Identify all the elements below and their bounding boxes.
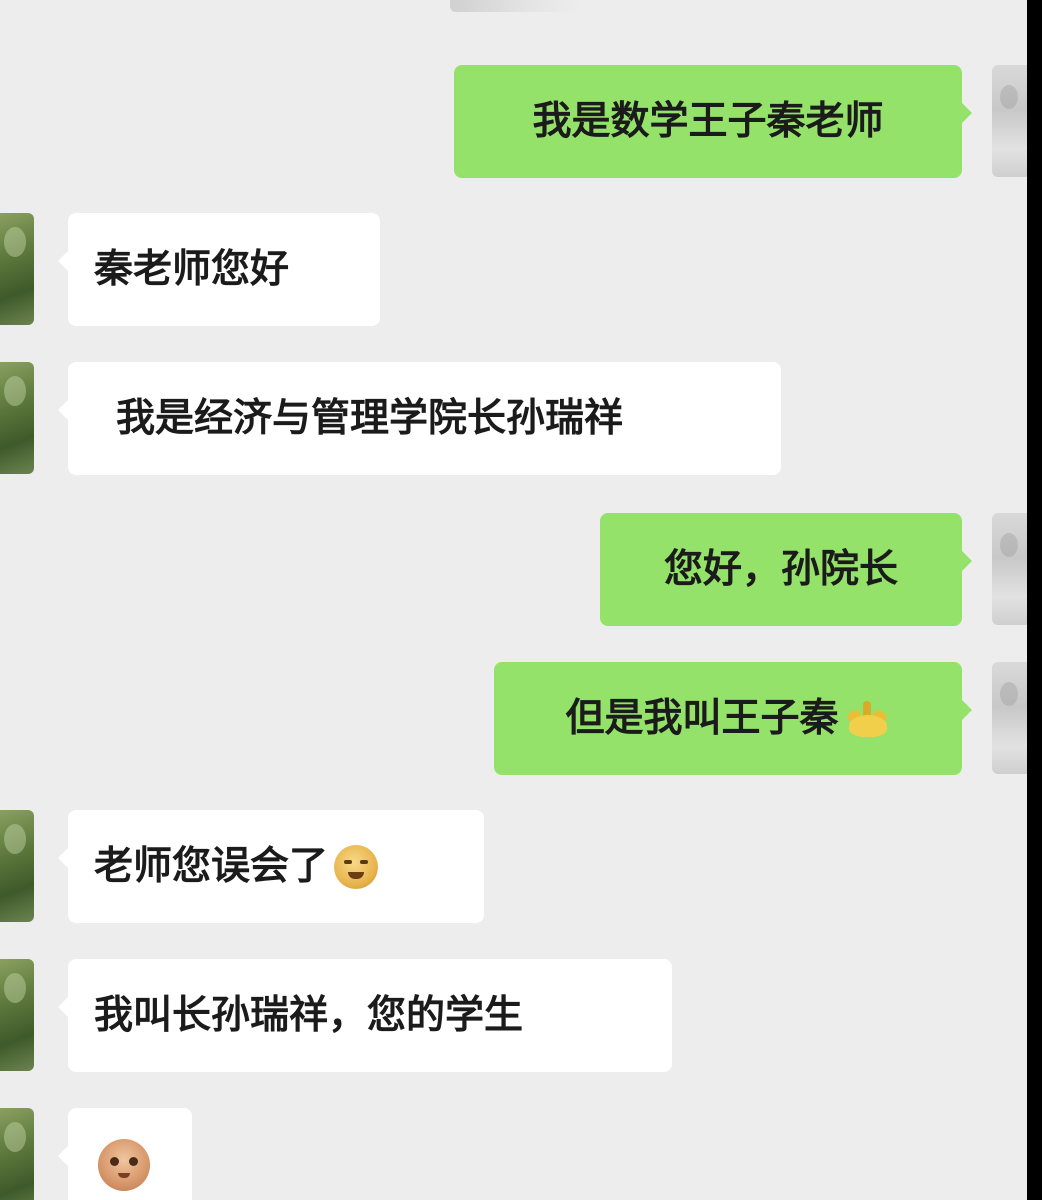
contact-avatar[interactable] [0,959,34,1071]
message-text: 秦老师您好 [94,246,290,292]
message-bubble-sent[interactable]: 您好，孙院长 [600,513,972,626]
contact-avatar[interactable] [0,810,34,922]
message-bubble-sent[interactable]: 我是数学王子秦老师 [454,65,972,178]
message-bubble-received[interactable]: 我是经济与管理学院长孙瑞祥 [58,362,781,475]
contact-avatar[interactable] [0,362,34,474]
message-text: 我是数学王子秦老师 [532,98,884,144]
contact-avatar[interactable] [0,213,34,325]
message-text: 我叫长孙瑞祥，您的学生 [94,992,524,1038]
message-bubble-received[interactable]: 老师您误会了 [58,810,484,923]
face-sticker-icon [98,1138,150,1191]
contact-avatar[interactable] [0,1108,34,1200]
screen-edge-border [1027,0,1042,1200]
message-text: 我是经济与管理学院长孙瑞祥 [116,395,624,441]
message-text: 老师您误会了 [94,843,329,889]
message-bubble-received[interactable] [58,1108,192,1200]
cropped-header-fragment [450,0,580,12]
my-avatar[interactable] [992,662,1027,774]
grimace-emoji-icon [334,844,379,889]
message-text: 您好，孙院长 [663,546,898,592]
message-bubble-received[interactable]: 秦老师您好 [58,213,380,326]
my-avatar[interactable] [992,65,1027,177]
banana-emoji-icon [844,697,891,741]
message-text: 但是我叫王子秦 [565,695,839,741]
message-bubble-received[interactable]: 我叫长孙瑞祥，您的学生 [58,959,672,1072]
chat-screen: 我是数学王子秦老师 秦老师您好 我是经济与管理学院长孙瑞祥 您好，孙院长 但是我… [0,0,1027,1200]
my-avatar[interactable] [992,513,1027,625]
message-bubble-sent[interactable]: 但是我叫王子秦 [494,662,972,775]
